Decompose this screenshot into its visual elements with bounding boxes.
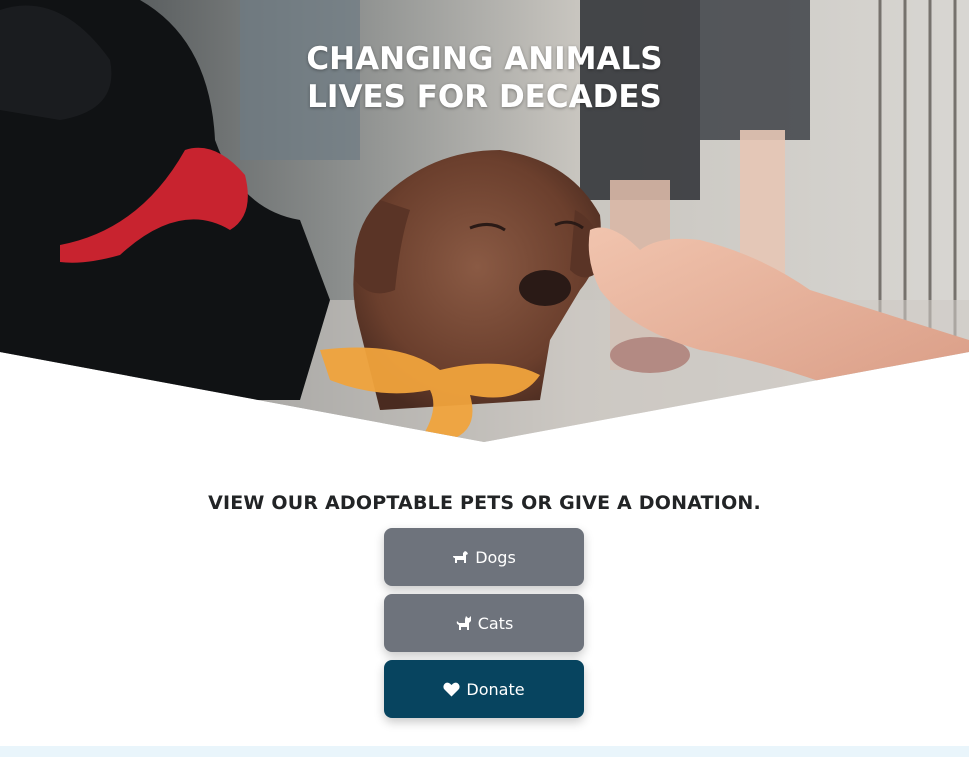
- hero-title-line2: LIVES FOR DECADES: [307, 79, 662, 115]
- hero-banner: CHANGING ANIMALS LIVES FOR DECADES: [0, 0, 969, 442]
- donate-button-label: Donate: [466, 679, 525, 699]
- cat-icon: [456, 616, 471, 630]
- dog-icon: [453, 551, 469, 563]
- hero-title-line1: CHANGING ANIMALS: [306, 41, 663, 77]
- footer-band: [0, 746, 969, 757]
- donate-button[interactable]: Donate: [384, 660, 584, 718]
- hero-title: CHANGING ANIMALS LIVES FOR DECADES: [0, 40, 969, 116]
- cats-button-label: Cats: [477, 613, 514, 633]
- dogs-button[interactable]: Dogs: [384, 528, 584, 586]
- cats-button[interactable]: Cats: [384, 594, 584, 652]
- heart-icon: [443, 682, 461, 696]
- dogs-button-label: Dogs: [475, 547, 516, 567]
- cta-heading: VIEW OUR ADOPTABLE PETS OR GIVE A DONATI…: [208, 492, 761, 514]
